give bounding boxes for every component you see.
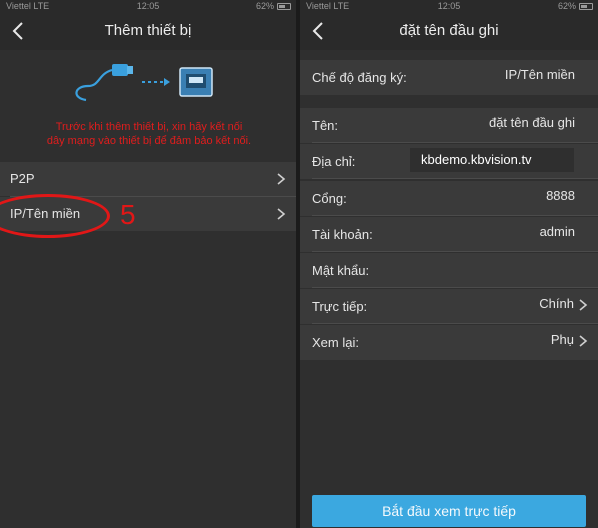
nav-bar: Thêm thiết bị [0, 12, 296, 50]
field-playback-stream[interactable]: Xem lại: Phụ [300, 325, 598, 360]
field-password[interactable]: Mật khẩu: [300, 253, 598, 288]
row-divider [312, 287, 598, 288]
page-title: Thêm thiết bị [104, 22, 192, 39]
add-device-screen: Viettel LTE 12:05 62% Thêm thiết bị Trướ… [0, 0, 296, 528]
field-label: Xem lại: [312, 335, 359, 350]
battery-percent: 62% [557, 1, 576, 11]
field-label: Mật khẩu: [312, 263, 370, 278]
chevron-right-icon [277, 208, 286, 220]
option-label: P2P [10, 171, 35, 186]
field-account[interactable]: Tài khoản: admin [300, 217, 598, 252]
clock-label: 12:05 [437, 1, 461, 11]
battery-icon [277, 3, 291, 10]
field-live-stream[interactable]: Trực tiếp: Chính [300, 289, 598, 324]
chevron-right-icon [579, 299, 588, 311]
status-bar: Viettel LTE 12:05 62% [300, 0, 598, 12]
field-value: 8888 [546, 188, 575, 203]
field-label: Chế độ đăng ký: [312, 70, 407, 85]
page-title: đặt tên đầu ghi [399, 22, 499, 39]
chevron-right-icon [579, 335, 588, 347]
warning-line-2: dây mạng vào thiết bị để đảm bảo kết nối… [46, 135, 252, 147]
field-name[interactable]: Tên: đặt tên đầu ghi [300, 108, 598, 143]
field-port[interactable]: Cổng: 8888 [300, 181, 598, 216]
field-label: Cổng: [312, 191, 347, 206]
warning-line-1: Trước khi thêm thiết bị, xin hãy kết nối [55, 121, 243, 133]
field-value: admin [539, 224, 575, 239]
device-config-screen: Viettel LTE 12:05 62% đặt tên đầu ghi Ch… [300, 0, 598, 528]
start-live-view-button[interactable]: Bắt đầu xem trực tiếp [312, 495, 586, 527]
field-value: Chính [539, 296, 574, 311]
row-divider [312, 251, 598, 252]
battery-icon [579, 3, 593, 10]
field-label: Tên: [312, 118, 339, 133]
row-divider [312, 178, 598, 179]
row-divider [312, 323, 598, 324]
network-port-icon [179, 67, 213, 97]
battery-percent: 62% [255, 1, 274, 11]
chevron-right-icon [277, 173, 286, 185]
row-divider [312, 142, 598, 143]
field-label: Địa chỉ: [312, 154, 356, 169]
cable-to-port-illustration [75, 64, 213, 102]
status-bar: Viettel LTE 12:05 62% [0, 0, 296, 12]
field-registration-mode[interactable]: Chế độ đăng ký: IP/Tên miền [300, 60, 598, 95]
nav-bar: đặt tên đầu ghi [300, 12, 598, 50]
ethernet-cable-icon [75, 64, 133, 102]
clock-label: 12:05 [136, 1, 160, 11]
annotation-highlight-ellipse [0, 194, 110, 238]
field-label: Trực tiếp: [312, 299, 368, 314]
field-value: IP/Tên miền [504, 67, 575, 82]
arrow-dashed-icon [142, 78, 170, 86]
address-input[interactable]: kbdemo.kbvision.tv [410, 148, 574, 172]
field-label: Tài khoản: [312, 227, 373, 242]
connection-warning: Trước khi thêm thiết bị, xin hãy kết nối… [26, 120, 272, 148]
row-divider [312, 215, 598, 216]
annotation-step-number: 5 [120, 199, 136, 230]
field-value: Phụ [550, 332, 574, 347]
field-value: đặt tên đầu ghi [488, 115, 575, 130]
option-p2p[interactable]: P2P [0, 162, 296, 196]
